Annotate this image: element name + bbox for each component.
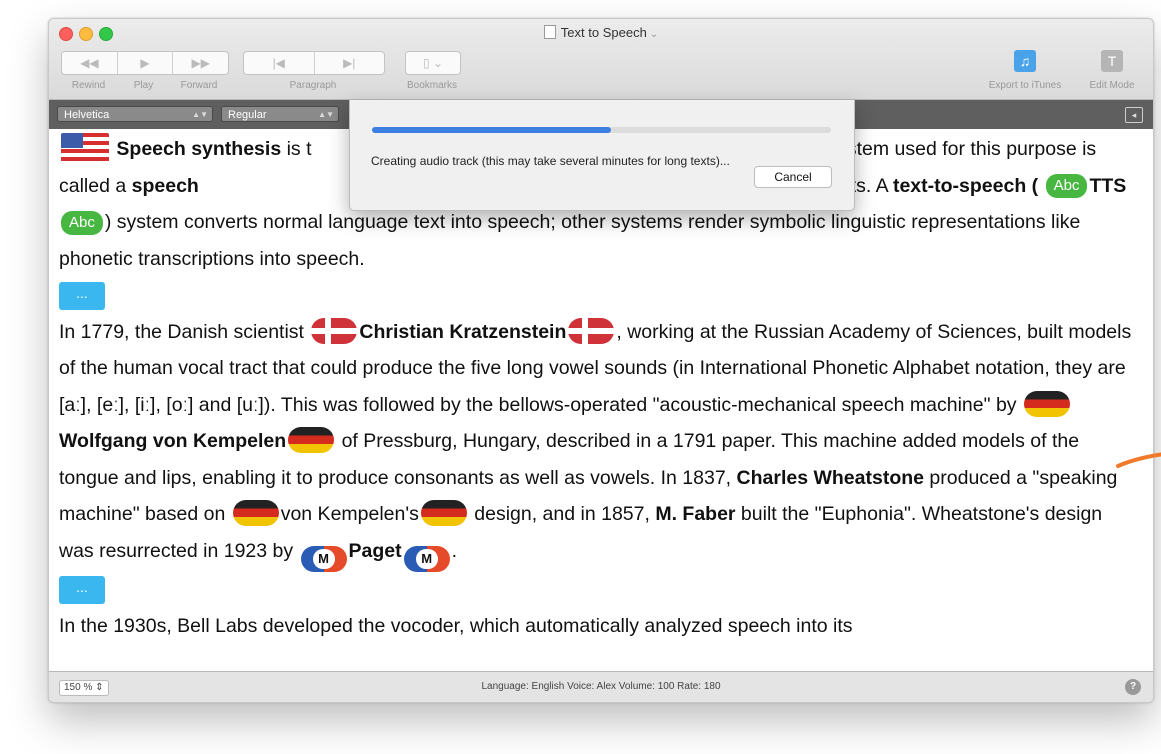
term: speech [131,174,199,197]
annotation-stroke [1116,452,1161,468]
sidebar-toggle-icon[interactable]: ◂ [1125,107,1143,123]
font-select[interactable]: Helvetica ▲▼ [57,106,213,122]
previous-paragraph-button[interactable]: |◀ [244,52,315,74]
text-run: ) system converts normal language text i… [59,211,1081,270]
style-select[interactable]: Regular ▲▼ [221,106,339,122]
style-select-value: Regular [228,109,267,121]
text-run[interactable]: von Kempelen's [281,503,419,525]
more-button[interactable]: ... [59,281,105,310]
abbreviation-badge[interactable]: Abc [61,210,103,235]
term: TTS [1089,174,1127,197]
chevron-down-icon: ⌄ [649,29,659,40]
term: Speech synthesis [116,138,282,160]
play-label: Play [133,80,154,91]
german-flag-icon [420,500,467,526]
font-select-value: Helvetica [64,109,110,121]
person-name[interactable]: Wolfgang von Kempelen [59,430,286,452]
rewind-label: Rewind [71,80,106,91]
bookmarks-button[interactable]: ▯ ⌄ [405,51,461,75]
person-name[interactable]: Christian Kratzenstein [359,321,566,343]
window-title-text: Text to Speech [560,25,647,40]
itunes-icon[interactable]: ♫ [1014,50,1036,72]
play-button[interactable]: ▶ [118,52,174,74]
progress-sheet: Creating audio track (this may take seve… [349,100,855,211]
status-bar: 150 % ⇕ Language: English Voice: Alex Vo… [49,671,1153,702]
text-run: In 1779, the Danish scientist [59,320,310,343]
metro-badge-icon: M [403,545,450,572]
text-run: . [451,539,458,562]
next-paragraph-button[interactable]: ▶| [315,52,385,74]
document-icon [543,25,556,39]
export-itunes-label: Export to iTunes [988,80,1062,91]
playback-controls: ◀◀ ▶ ▶▶ [61,51,229,75]
edit-mode-label: Edit Mode [1089,80,1135,91]
edit-mode-icon[interactable]: T [1101,50,1123,72]
rewind-button[interactable]: ◀◀ [62,52,118,74]
metro-badge-icon: M [300,545,347,572]
german-flag-icon [1023,390,1070,417]
person-name[interactable]: Paget [349,540,402,562]
progress-bar [372,127,831,133]
select-arrows-icon: ▲▼ [192,110,208,119]
window-title[interactable]: Text to Speech ⌄ [49,25,1153,40]
select-arrows-icon: ▲▼ [318,110,334,119]
paragraph-3: In the 1930s, Bell Labs developed the vo… [59,615,853,637]
help-icon[interactable]: ? [1125,679,1141,695]
document-text[interactable]: Speech synthesis is t puter system used f… [59,131,1139,669]
title-bar: Text to Speech ⌄ ◀◀ ▶ ▶▶ Rewind Play Forw… [49,19,1153,100]
voice-status: Language: English Voice: Alex Volume: 10… [481,681,721,692]
person-name: Charles Wheatstone [736,466,924,489]
danish-flag-icon [568,317,615,344]
us-flag-icon [61,133,109,163]
german-flag-icon [288,427,335,453]
badge-letter: M [415,548,438,569]
term: text-to-speech ( [892,174,1039,197]
more-button[interactable]: ... [59,576,105,605]
cancel-button[interactable]: Cancel [754,166,832,188]
bookmarks-label: Bookmarks [406,80,457,91]
forward-button[interactable]: ▶▶ [173,52,228,74]
person-name: M. Faber [655,503,736,525]
paragraph-controls: |◀ ▶| [243,51,385,75]
paragraph-label: Paragraph [289,80,337,91]
abbreviation-badge[interactable]: Abc [1045,174,1088,199]
text-run: is t [281,138,312,160]
german-flag-icon [232,500,279,526]
paragraph-2: In 1779, the Danish scientist Christian … [59,314,1139,572]
badge-letter: M [312,548,335,569]
danish-flag-icon [311,317,358,344]
progress-fill [372,127,611,133]
progress-message: Creating audio track (this may take seve… [371,154,730,168]
forward-label: Forward [180,80,218,91]
bookmark-icon: ▯ ⌄ [423,56,443,70]
text-run: design, and in 1857, [468,503,656,525]
